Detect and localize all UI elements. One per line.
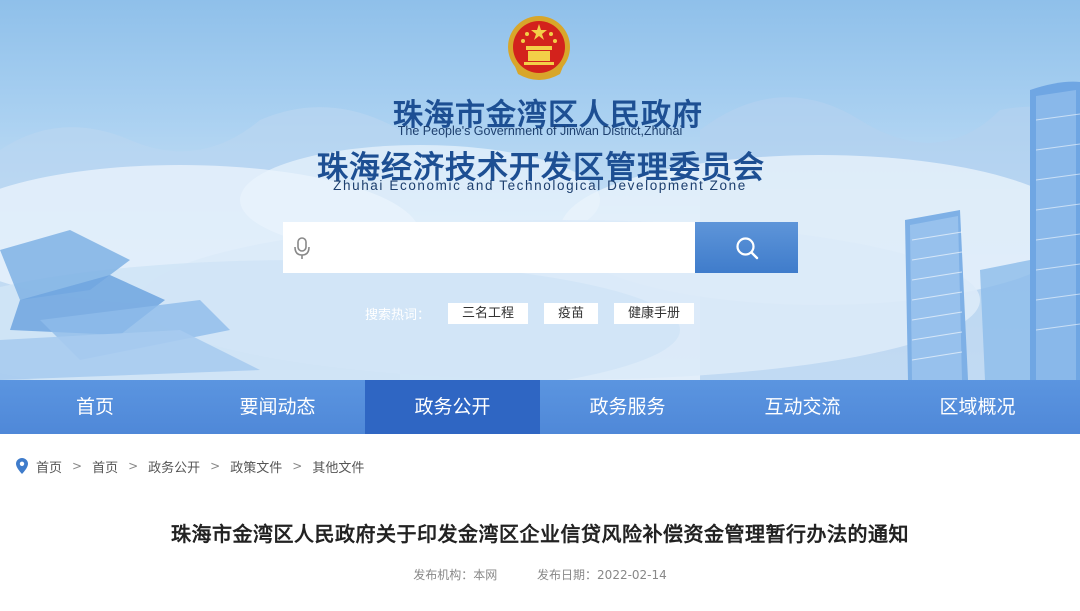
site-title-english: The People's Government of Jinwan Distri… [397, 124, 683, 138]
article-date: 发布日期：2022-02-14 [537, 568, 667, 582]
hot-word-tag[interactable]: 三名工程 [448, 302, 529, 324]
nav-item-regional-overview[interactable]: 区域概况 [890, 380, 1065, 434]
nav-item-home[interactable]: 首页 [0, 380, 190, 434]
hot-search-words: 搜索热词： 三名工程 疫苗 健康手册 [365, 302, 710, 324]
breadcrumb-separator: > [72, 459, 83, 473]
search-input[interactable] [323, 222, 683, 273]
nav-item-interaction[interactable]: 互动交流 [715, 380, 890, 434]
nav-item-news[interactable]: 要闻动态 [190, 380, 365, 434]
breadcrumb-home[interactable]: 首页 [36, 457, 62, 476]
search-icon [736, 237, 759, 260]
location-pin-icon [16, 458, 28, 474]
search-button[interactable] [695, 222, 798, 273]
hot-word-tag[interactable]: 健康手册 [614, 302, 695, 324]
nav-item-government-affairs[interactable]: 政务公开 [365, 380, 540, 434]
breadcrumb-policy-documents[interactable]: 政策文件 [230, 457, 282, 476]
breadcrumb: 首页 > 首页 > 政务公开 > 政策文件 > 其他文件 [16, 456, 364, 476]
search-box [283, 222, 695, 273]
site-subtitle-english: Zhuhai Economic and Technological Develo… [333, 178, 747, 193]
header-banner: 珠海市金湾区人民政府 The People's Government of Ji… [0, 0, 1080, 380]
microphone-icon[interactable] [291, 236, 313, 260]
article-title: 珠海市金湾区人民政府关于印发金湾区企业信贷风险补偿资金管理暂行办法的通知 [171, 522, 909, 546]
breadcrumb-separator: > [292, 459, 303, 473]
nav-item-services[interactable]: 政务服务 [540, 380, 715, 434]
article-meta: 发布机构：本网 发布日期：2022-02-14 [0, 566, 1080, 583]
article-publisher: 发布机构：本网 [413, 568, 498, 582]
breadcrumb-home-2[interactable]: 首页 [92, 457, 118, 476]
national-emblem-icon [508, 16, 570, 80]
main-nav: 首页 要闻动态 政务公开 政务服务 互动交流 区域概况 [0, 380, 1080, 434]
breadcrumb-other-documents[interactable]: 其他文件 [312, 457, 364, 476]
breadcrumb-government-affairs[interactable]: 政务公开 [148, 457, 200, 476]
hot-word-tag[interactable]: 疫苗 [544, 302, 599, 324]
hot-search-label: 搜索热词： [365, 307, 431, 323]
breadcrumb-separator: > [128, 459, 139, 473]
breadcrumb-separator: > [210, 459, 221, 473]
